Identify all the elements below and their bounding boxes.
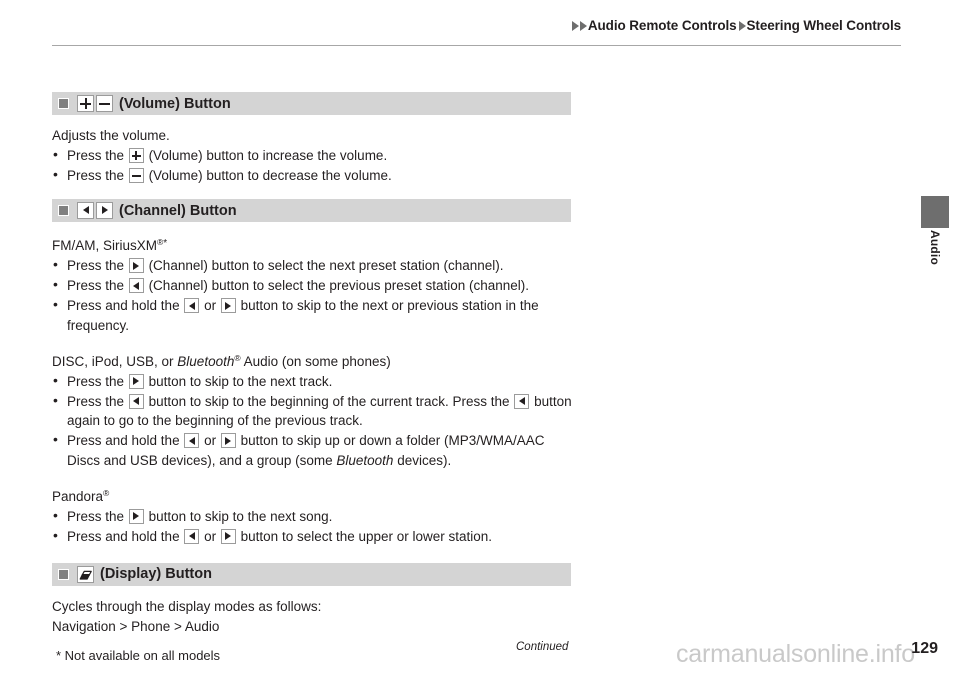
side-tab-label: Audio bbox=[921, 230, 949, 290]
list-item: Press the (Channel) button to select the… bbox=[52, 255, 572, 276]
group-heading-text: FM/AM, SiriusXM bbox=[52, 238, 158, 253]
section-header-volume: (Volume) Button bbox=[52, 92, 571, 115]
list-item: Press the button to skip to the next son… bbox=[52, 506, 572, 527]
list-item: Press and hold the or button to skip up … bbox=[52, 430, 572, 470]
bullet-text-post: button to skip to the next track. bbox=[148, 373, 333, 389]
square-bullet-icon bbox=[58, 98, 69, 109]
group-heading-text-2: Audio (on some phones) bbox=[240, 353, 391, 369]
footnote-asterisk: * bbox=[163, 238, 168, 249]
content-column: (Volume) Button Adjusts the volume. Pres… bbox=[52, 92, 572, 637]
volume-intro: Adjusts the volume. bbox=[52, 128, 170, 143]
display-intro: Cycles through the display modes as foll… bbox=[52, 598, 322, 614]
page-number: 129 bbox=[911, 640, 938, 657]
bullet-text-post: button to skip to the beginning of the c… bbox=[148, 393, 510, 409]
bullet-text-post2: devices). bbox=[397, 452, 452, 468]
bullet-text-pre: Press and hold the bbox=[67, 298, 180, 313]
triangle-right-icon bbox=[571, 21, 579, 31]
list-item: Press the (Channel) button to select the… bbox=[52, 275, 572, 296]
group-heading-pandora: Pandora® bbox=[52, 484, 572, 506]
bullet-text-mid: or bbox=[204, 528, 217, 544]
bullet-text-post: (Volume) button to decrease the volume. bbox=[148, 168, 392, 183]
section-header-display: (Display) Button bbox=[52, 562, 571, 586]
bullet-text-post: (Volume) button to increase the volume. bbox=[148, 148, 388, 163]
breadcrumb: Audio Remote Controls Steering Wheel Cont… bbox=[571, 18, 902, 33]
bullet-text-post: (Channel) button to select the previous … bbox=[148, 278, 530, 293]
arrow-right-button-icon bbox=[220, 298, 236, 313]
list-item: Press the button to skip to the next tra… bbox=[52, 371, 572, 392]
breadcrumb-secondary: Steering Wheel Controls bbox=[746, 18, 902, 33]
arrow-left-button-icon bbox=[184, 528, 200, 544]
triangle-right-icon bbox=[738, 21, 746, 31]
bullet-text-post: button to skip to the next song. bbox=[148, 508, 333, 524]
group-heading-text: Pandora bbox=[52, 488, 104, 504]
square-bullet-icon bbox=[58, 205, 69, 216]
bullet-text-italic: Bluetooth bbox=[336, 452, 394, 468]
list-item: Press the button to skip to the beginnin… bbox=[52, 391, 572, 431]
bullet-text-pre: Press the bbox=[67, 168, 125, 183]
arrow-right-button-icon bbox=[128, 373, 144, 389]
group-heading-text-1: DISC, iPod, USB, or bbox=[52, 353, 178, 369]
bullet-text-pre: Press and hold the bbox=[67, 528, 180, 544]
site-watermark: carmanualsonline.info bbox=[676, 640, 916, 668]
footnote-text: * Not available on all models bbox=[56, 648, 221, 663]
list-item: Press the (Volume) button to decrease th… bbox=[52, 165, 572, 186]
bullet-text-post: (Channel) button to select the next pres… bbox=[148, 258, 504, 273]
display-button-icon bbox=[77, 565, 94, 583]
arrow-right-button-icon bbox=[128, 258, 144, 273]
bullet-text-pre: Press the bbox=[67, 148, 125, 163]
group-heading-disc: DISC, iPod, USB, or Bluetooth® Audio (on… bbox=[52, 349, 572, 371]
bullet-text-mid: or bbox=[204, 433, 217, 448]
arrow-right-button-icon bbox=[220, 528, 236, 544]
continued-label: Continued bbox=[516, 641, 569, 653]
side-tab-marker bbox=[921, 196, 949, 228]
display-modes: Navigation > Phone > Audio bbox=[52, 618, 220, 634]
arrow-right-button-icon bbox=[220, 433, 236, 448]
arrow-left-button-icon bbox=[184, 433, 200, 448]
bullet-text-pre: Press the bbox=[67, 258, 125, 273]
arrow-right-button-icon bbox=[96, 202, 113, 219]
bullet-text-pre: Press the bbox=[67, 278, 125, 293]
section-header-channel: (Channel) Button bbox=[52, 199, 571, 222]
bullet-text-pre: Press the bbox=[67, 373, 125, 389]
arrow-right-button-icon bbox=[128, 508, 144, 524]
section-title-volume: (Volume) Button bbox=[119, 95, 231, 112]
disc-bullet-list: Press the button to skip to the next tra… bbox=[52, 371, 572, 471]
side-tab-text: Audio bbox=[928, 230, 942, 265]
pandora-bullet-list: Press the button to skip to the next son… bbox=[52, 506, 572, 547]
section-title-channel: (Channel) Button bbox=[119, 202, 237, 219]
volume-bullet-list: Press the (Volume) button to increase th… bbox=[52, 145, 572, 186]
plus-button-icon bbox=[77, 95, 94, 112]
registered-mark: ® bbox=[103, 487, 110, 498]
arrow-left-button-icon bbox=[184, 298, 200, 313]
minus-button-icon bbox=[96, 95, 113, 112]
list-item: Press the (Volume) button to increase th… bbox=[52, 145, 572, 166]
arrow-left-button-icon bbox=[77, 202, 94, 219]
arrow-left-button-icon bbox=[128, 278, 144, 293]
header-divider bbox=[52, 45, 901, 46]
page-header: Audio Remote Controls Steering Wheel Cont… bbox=[0, 0, 960, 46]
breadcrumb-primary: Audio Remote Controls bbox=[587, 18, 737, 33]
bullet-text-post: button to select the upper or lower stat… bbox=[240, 528, 493, 544]
plus-button-icon bbox=[128, 148, 144, 163]
bullet-text-pre: Press the bbox=[67, 508, 125, 524]
arrow-left-button-icon bbox=[514, 393, 530, 409]
bullet-text-pre: Press and hold the bbox=[67, 433, 180, 448]
minus-button-icon bbox=[128, 168, 144, 183]
section-title-display: (Display) Button bbox=[100, 566, 212, 582]
bullet-text-pre: Press the bbox=[67, 393, 125, 409]
list-item: Press and hold the or button to select t… bbox=[52, 526, 572, 547]
square-bullet-icon bbox=[58, 568, 69, 580]
triangle-right-icon bbox=[579, 21, 587, 31]
fmam-bullet-list: Press the (Channel) button to select the… bbox=[52, 255, 572, 335]
group-heading-italic: Bluetooth bbox=[177, 353, 235, 369]
list-item: Press and hold the or button to skip to … bbox=[52, 295, 572, 335]
arrow-left-button-icon bbox=[128, 393, 144, 409]
bullet-text-mid: or bbox=[204, 298, 217, 313]
group-heading-fmam: FM/AM, SiriusXM®* bbox=[52, 233, 572, 255]
